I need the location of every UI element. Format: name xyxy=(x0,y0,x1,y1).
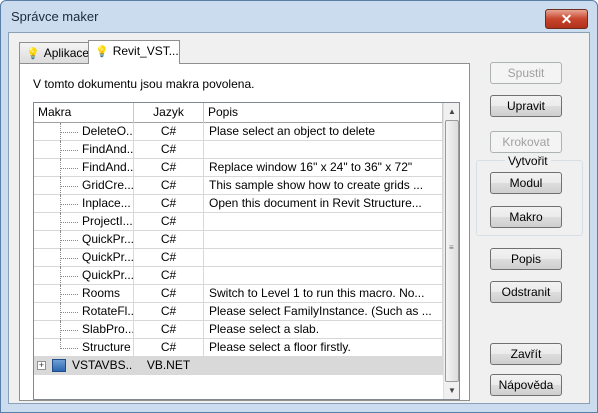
project-description xyxy=(204,357,443,375)
project-icon xyxy=(52,359,66,372)
scroll-down-arrow-icon[interactable]: ▼ xyxy=(444,382,459,399)
title-bar[interactable]: Správce maker ✕ xyxy=(1,1,597,31)
create-group-label: Vytvořit xyxy=(505,154,551,168)
vertical-scrollbar[interactable]: ▲ ≡ ▼ xyxy=(443,103,459,399)
macro-description: Plase select an object to delete xyxy=(204,123,443,141)
close-window-button[interactable]: ✕ xyxy=(545,9,588,29)
macro-language: C# xyxy=(134,195,204,213)
macro-language: C# xyxy=(134,303,204,321)
macro-name: QuickPr... xyxy=(34,231,134,249)
macro-name: FindAnd... xyxy=(34,159,134,177)
macro-manager-window: Správce maker ✕ 💡 Aplikace 💡 Revit_VST... … xyxy=(0,0,598,413)
table-row[interactable]: Rooms C# Switch to Level 1 to run this m… xyxy=(34,285,443,303)
table-row[interactable]: SlabPro... C# Please select a slab. xyxy=(34,321,443,339)
table-row[interactable]: RotateFl... C# Please select FamilyInsta… xyxy=(34,303,443,321)
macro-language: C# xyxy=(134,141,204,159)
column-header-description[interactable]: Popis xyxy=(204,103,443,123)
macro-name: ProjectI... xyxy=(34,213,134,231)
tab-revit-document-label: Revit_VST... xyxy=(112,44,179,58)
bulb-icon: 💡 xyxy=(26,48,40,60)
macro-language: C# xyxy=(134,339,204,357)
macros-grid[interactable]: Makra Jazyk Popis DeleteO... C# Plase se… xyxy=(33,102,460,400)
project-language: VB.NET xyxy=(134,357,204,375)
macro-language: C# xyxy=(134,249,204,267)
table-row[interactable]: QuickPr... C# xyxy=(34,231,443,249)
help-button[interactable]: Nápověda xyxy=(490,374,562,396)
macro-name: QuickPr... xyxy=(34,267,134,285)
macros-enabled-text: V tomto dokumentu jsou makra povolena. xyxy=(33,77,255,91)
description-button[interactable]: Popis xyxy=(490,248,562,270)
close-button[interactable]: Zavřít xyxy=(490,343,562,365)
macro-name: QuickPr... xyxy=(34,249,134,267)
macro-name: Rooms xyxy=(34,285,134,303)
macro-language: C# xyxy=(134,267,204,285)
table-row[interactable]: QuickPr... C# xyxy=(34,249,443,267)
project-row[interactable]: + VSTAVBS... VB.NET xyxy=(34,357,443,375)
tab-revit-document[interactable]: 💡 Revit_VST... xyxy=(88,40,180,64)
tab-application-label: Aplikace xyxy=(43,46,90,60)
scrollbar-thumb[interactable]: ≡ xyxy=(445,120,459,382)
macro-language: C# xyxy=(134,123,204,141)
macro-description: Please select FamilyInstance. (Such as .… xyxy=(204,303,443,321)
run-button[interactable]: Spustit xyxy=(490,62,562,84)
macro-description: Replace window 16" x 24" to 36" x 72" xyxy=(204,159,443,177)
project-name: VSTAVBS... xyxy=(72,358,134,372)
dialog-client-area: 💡 Aplikace 💡 Revit_VST... V tomto dokument… xyxy=(8,32,590,404)
table-row[interactable]: FindAnd... C# Replace window 16" x 24" t… xyxy=(34,159,443,177)
scroll-up-arrow-icon[interactable]: ▲ xyxy=(444,103,459,120)
scrollbar-grip-icon: ≡ xyxy=(449,243,454,252)
macro-language: C# xyxy=(134,285,204,303)
macro-description: Open this document in Revit Structure... xyxy=(204,195,443,213)
macro-description: Please select a slab. xyxy=(204,321,443,339)
column-header-macros[interactable]: Makra xyxy=(34,103,134,123)
table-row[interactable]: ProjectI... C# xyxy=(34,213,443,231)
macro-description: This sample show how to create grids ... xyxy=(204,177,443,195)
macro-name: RotateFl... xyxy=(34,303,134,321)
expand-toggle-icon[interactable]: + xyxy=(37,361,46,370)
module-button[interactable]: Modul xyxy=(490,172,562,194)
macro-name: FindAnd... xyxy=(34,141,134,159)
remove-button[interactable]: Odstranit xyxy=(490,281,562,303)
macro-description: Please select a floor firstly. xyxy=(204,339,443,357)
step-button[interactable]: Krokovat xyxy=(490,131,562,153)
macro-language: C# xyxy=(134,231,204,249)
table-row[interactable]: Structure C# Please select a floor first… xyxy=(34,339,443,357)
macro-language: C# xyxy=(134,177,204,195)
table-row[interactable]: QuickPr... C# xyxy=(34,267,443,285)
bulb-icon: 💡 xyxy=(95,46,109,58)
macro-description xyxy=(204,249,443,267)
macro-name: DeleteO... xyxy=(34,123,134,141)
macro-description xyxy=(204,141,443,159)
table-row[interactable]: FindAnd... C# xyxy=(34,141,443,159)
tab-application[interactable]: 💡 Aplikace xyxy=(19,42,97,63)
macro-description xyxy=(204,267,443,285)
table-row[interactable]: Inplace... C# Open this document in Revi… xyxy=(34,195,443,213)
tab-panel: V tomto dokumentu jsou makra povolena. M… xyxy=(19,63,470,401)
macro-name: GridCre... xyxy=(34,177,134,195)
macro-name: Inplace... xyxy=(34,195,134,213)
macro-description xyxy=(204,213,443,231)
column-header-language[interactable]: Jazyk xyxy=(134,103,204,123)
table-row[interactable]: DeleteO... C# Plase select an object to … xyxy=(34,123,443,141)
macro-name: SlabPro... xyxy=(34,321,134,339)
macro-description xyxy=(204,231,443,249)
grid-rows: DeleteO... C# Plase select an object to … xyxy=(34,123,443,375)
macro-language: C# xyxy=(134,213,204,231)
macro-language: C# xyxy=(134,321,204,339)
edit-button[interactable]: Upravit xyxy=(490,95,562,117)
window-title: Správce maker xyxy=(11,9,99,24)
macro-language: C# xyxy=(134,159,204,177)
macro-button[interactable]: Makro xyxy=(490,206,562,228)
table-row[interactable]: GridCre... C# This sample show how to cr… xyxy=(34,177,443,195)
macro-description: Switch to Level 1 to run this macro. No.… xyxy=(204,285,443,303)
macro-name: Structure xyxy=(34,339,134,357)
grid-header: Makra Jazyk Popis xyxy=(34,103,443,123)
